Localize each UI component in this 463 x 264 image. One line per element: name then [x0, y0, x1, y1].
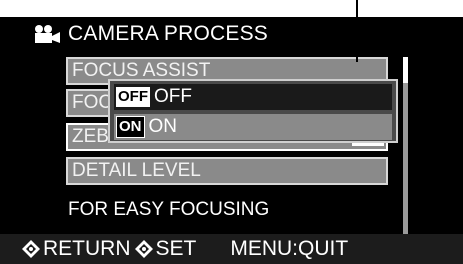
camera-menu-screen: CAMERA PROCESS FOCUS ASSIST FOCUS ZEBRA … [0, 17, 463, 264]
option-on[interactable]: ON ON [114, 114, 392, 140]
off-badge-icon: OFF [116, 87, 150, 107]
option-popup: OFF OFF ON ON [108, 79, 398, 143]
option-label: ON [148, 116, 178, 137]
menu-item-label: DETAIL LEVEL [72, 160, 201, 181]
movie-camera-icon [35, 25, 60, 43]
return-hint[interactable]: RETURN [22, 237, 131, 261]
menu-item-label: FOCUS ASSIST [72, 60, 211, 81]
menu-title: CAMERA PROCESS [68, 22, 269, 45]
scrollbar-thumb[interactable] [403, 57, 408, 83]
hint-text: FOR EASY FOCUSING [68, 199, 270, 220]
on-badge-icon: ON [116, 116, 145, 138]
menu-scrollbar[interactable] [403, 57, 408, 245]
menu-item-detail-level[interactable]: DETAIL LEVEL [66, 157, 388, 185]
dpad-icon [134, 240, 153, 258]
set-label: SET [155, 237, 197, 260]
footer-bar: RETURN SET MENU:QUIT [0, 234, 463, 264]
dpad-icon [22, 240, 40, 258]
callout-line [356, 0, 358, 62]
return-label: RETURN [43, 237, 131, 260]
menu-header: CAMERA PROCESS [32, 22, 268, 46]
option-label: OFF [154, 86, 192, 107]
option-off[interactable]: OFF OFF [114, 84, 392, 110]
set-hint[interactable]: SET [134, 237, 197, 261]
menu-quit-hint[interactable]: MENU:QUIT [230, 237, 348, 261]
